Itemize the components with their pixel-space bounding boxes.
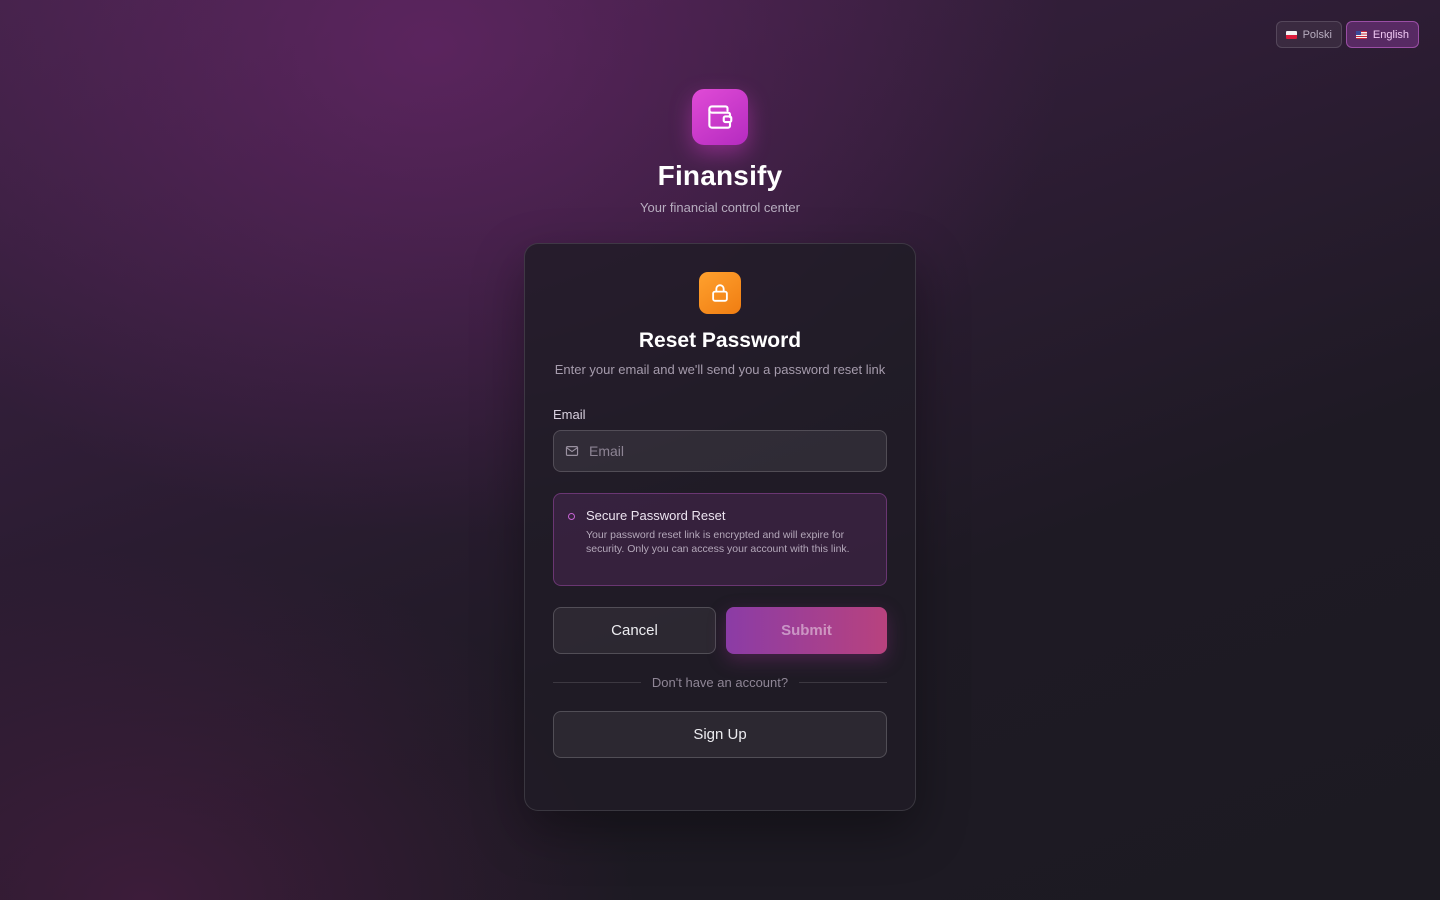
brand-header: Finansify Your financial control center [0,89,1440,215]
language-label: English [1372,28,1409,41]
action-buttons: Cancel Submit [553,607,887,654]
email-field-wrapper [553,430,887,472]
security-info-box: Secure Password Reset Your password rese… [553,493,887,586]
info-title: Secure Password Reset [586,508,726,523]
divider-text: Don't have an account? [651,675,789,690]
app-tagline: Your financial control center [640,200,800,215]
language-switcher: Polski English [1275,21,1419,48]
info-body: Your password reset link is encrypted an… [586,529,850,555]
flag-poland-icon [1285,30,1297,39]
submit-button[interactable]: Submit [726,607,887,654]
language-option-english[interactable]: English [1345,21,1419,48]
wallet-icon [692,89,748,145]
info-text: Secure Password Reset Your password rese… [586,508,872,585]
divider-line [799,682,888,683]
mail-icon [565,444,579,458]
page-title: Reset Password [638,329,802,352]
info-dot-icon [568,513,575,520]
lock-icon [699,272,741,314]
language-label: Polski [1302,28,1332,41]
signup-divider: Don't have an account? [553,675,888,690]
flag-us-icon [1355,30,1367,39]
page-subtitle: Enter your email and we'll send you a pa… [554,362,886,377]
cancel-button[interactable]: Cancel [553,607,716,654]
sign-up-button[interactable]: Sign Up [553,711,887,758]
app-name: Finansify [657,160,783,191]
email-input[interactable] [589,443,886,459]
email-label: Email [553,407,586,422]
divider-line [553,682,641,683]
language-option-polski[interactable]: Polski [1275,21,1342,48]
reset-password-card: Reset Password Enter your email and we'l… [524,243,916,811]
